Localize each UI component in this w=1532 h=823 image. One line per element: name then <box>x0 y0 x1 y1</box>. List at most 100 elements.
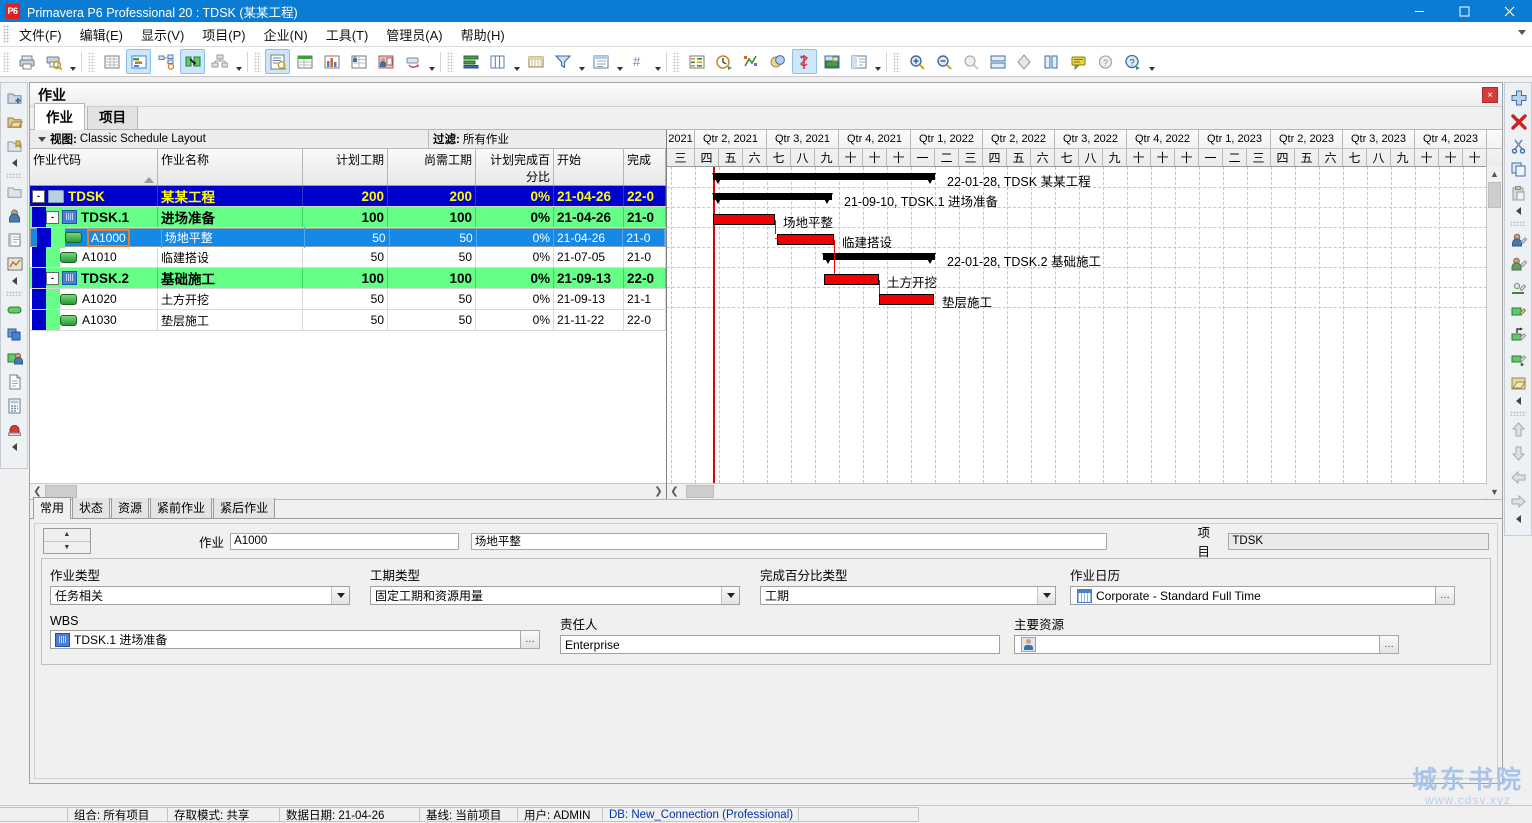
store-period-performance-icon[interactable] <box>819 49 844 74</box>
close-button[interactable] <box>1487 0 1532 22</box>
cell-planned-duration[interactable]: 50 <box>303 247 388 267</box>
gantt-hscroll-track[interactable] <box>682 485 1487 498</box>
cell-remaining-duration[interactable]: 50 <box>390 228 477 247</box>
delete-icon[interactable] <box>1507 110 1529 132</box>
toolbar-dropdown-caret-icon[interactable] <box>233 48 244 76</box>
cell-start[interactable]: 21-09-13 <box>554 289 624 309</box>
recalculate-assignment-icon[interactable] <box>792 49 817 74</box>
menu-enterprise[interactable]: 企业(N) <box>255 22 317 47</box>
cell-planned-duration[interactable]: 200 <box>303 186 388 206</box>
toolbar-dropdown-caret-icon[interactable] <box>426 48 437 76</box>
cell-activity-code[interactable]: - TDSK <box>30 186 158 206</box>
cell-start[interactable]: 21-04-26 <box>554 228 624 247</box>
column-header-0[interactable]: 作业代码 <box>30 149 158 185</box>
toolbar-grip[interactable] <box>673 51 680 72</box>
apply-actuals-icon[interactable] <box>765 49 790 74</box>
filter-selector[interactable]: 过滤: 所有作业 <box>429 130 513 148</box>
cell-activity-name[interactable]: 土方开挖 <box>158 289 303 309</box>
table-row[interactable]: A1030 垫层施工 50 50 0% 21-11-22 22-0 <box>30 310 666 331</box>
menu-admin[interactable]: 管理员(A) <box>377 22 451 47</box>
move-down-icon[interactable] <box>1507 442 1529 464</box>
activity-name-input[interactable]: 场地平整 <box>470 532 1108 550</box>
toolbar-dropdown-caret-icon[interactable] <box>652 48 663 76</box>
chevron-down-icon[interactable] <box>331 587 349 604</box>
cell-activity-code[interactable]: A1020 <box>30 289 158 309</box>
scroll-right-icon[interactable]: ❯ <box>651 485 666 498</box>
gantt-scroll-left-icon[interactable]: ❮ <box>667 485 682 498</box>
cell-planned-pct[interactable]: 0% <box>476 289 554 309</box>
collapse-rail-arrow[interactable] <box>1515 515 1521 523</box>
column-header-4[interactable]: 计划完成百分比 <box>476 149 554 185</box>
cell-finish[interactable]: 21-0 <box>623 228 665 247</box>
chevron-down-icon[interactable] <box>721 587 739 604</box>
bar-chart-options-icon[interactable] <box>400 49 425 74</box>
zoom-fit-icon[interactable] <box>958 49 983 74</box>
cell-activity-code[interactable]: - TDSK.1 <box>30 207 158 227</box>
table-row[interactable]: - TDSK.2 基础施工 100 100 0% 21-09-13 22-0 <box>30 268 666 289</box>
table-row[interactable]: - TDSK.1 进场准备 100 100 0% 21-04-26 21-0 <box>30 207 666 228</box>
resource-usage-spreadsheet-icon[interactable] <box>346 49 371 74</box>
minimize-button[interactable] <box>1397 0 1442 22</box>
gantt-vscroll-thumb[interactable] <box>1488 182 1501 208</box>
zoom-in-icon[interactable] <box>904 49 929 74</box>
assign-activity-code-icon[interactable] <box>1507 300 1529 322</box>
cell-remaining-duration[interactable]: 200 <box>388 186 476 206</box>
view-selector[interactable]: 视图: Classic Schedule Layout <box>30 130 429 148</box>
wbs-icon[interactable] <box>3 322 25 344</box>
cell-activity-name[interactable]: 临建搭设 <box>158 247 303 267</box>
cell-planned-duration[interactable]: 100 <box>303 268 388 288</box>
gantt-summary-bar[interactable] <box>712 193 833 204</box>
assign-predecessor-icon[interactable] <box>1507 324 1529 346</box>
detail-tab-3[interactable]: 紧前作业 <box>150 497 213 518</box>
collapse-rail-arrow[interactable] <box>1515 207 1521 215</box>
cell-planned-duration[interactable]: 50 <box>303 310 388 330</box>
documents-icon[interactable] <box>3 370 25 392</box>
new-project-icon[interactable] <box>3 86 25 108</box>
cell-planned-pct[interactable]: 0% <box>476 310 554 330</box>
toolbar-dropdown-caret-icon[interactable] <box>576 48 587 76</box>
toolbar-dropdown-caret-icon[interactable] <box>67 48 78 76</box>
menu-file[interactable]: 文件(F) <box>10 22 71 47</box>
cell-start[interactable]: 21-04-26 <box>554 207 624 227</box>
gantt-horizontal-scrollbar[interactable]: ❮ ❯ <box>667 483 1502 499</box>
group-and-sort-icon[interactable] <box>588 49 613 74</box>
add-icon[interactable] <box>1507 86 1529 108</box>
cell-remaining-duration[interactable]: 50 <box>388 310 476 330</box>
cell-finish[interactable]: 21-0 <box>624 207 666 227</box>
timescale-icon[interactable] <box>523 49 548 74</box>
activity-id-input[interactable]: A1000 <box>230 532 459 550</box>
cell-planned-pct[interactable]: 0% <box>476 186 554 206</box>
table-hscroll-track[interactable] <box>45 485 651 498</box>
maximize-button[interactable] <box>1442 0 1487 22</box>
pct-complete-type-select[interactable]: 工期 <box>760 586 1056 605</box>
reports-icon[interactable] <box>3 228 25 250</box>
resource-table-icon[interactable] <box>292 49 317 74</box>
cell-activity-code[interactable]: A1030 <box>30 310 158 330</box>
cell-start[interactable]: 21-04-26 <box>554 186 624 206</box>
toolbar-dropdown-caret-icon[interactable] <box>1146 48 1157 76</box>
row-expander[interactable]: - <box>46 210 59 224</box>
assign-role-icon[interactable] <box>1507 252 1529 274</box>
tab-activities[interactable]: 作业 <box>34 103 85 130</box>
cell-activity-name[interactable]: 场地平整 <box>162 227 306 248</box>
responsible-select[interactable]: Enterprise <box>560 635 1000 654</box>
toolbar-grip[interactable] <box>447 51 454 72</box>
cell-activity-name[interactable]: 进场准备 <box>158 207 303 227</box>
activity-usage-profile-icon[interactable] <box>180 49 205 74</box>
cell-remaining-duration[interactable]: 50 <box>388 289 476 309</box>
print-preview-icon[interactable] <box>41 49 66 74</box>
activity-table-icon[interactable] <box>99 49 124 74</box>
wbs-select[interactable]: TDSK.1 进场准备 … <box>50 630 540 649</box>
paste-icon[interactable] <box>1507 182 1529 204</box>
toolbar-grip[interactable] <box>88 51 95 72</box>
detail-tab-4[interactable]: 紧后作业 <box>213 497 276 518</box>
toolbar-dropdown-caret-icon[interactable] <box>511 48 522 76</box>
assign-resource-icon[interactable] <box>1507 228 1529 250</box>
bars-icon[interactable] <box>458 49 483 74</box>
move-up-icon[interactable] <box>1507 418 1529 440</box>
zoom-out-icon[interactable] <box>931 49 956 74</box>
assign-wbs-icon[interactable] <box>1507 372 1529 394</box>
table-row[interactable]: - TDSK 某某工程 200 200 0% 21-04-26 22-0 <box>30 186 666 207</box>
cell-activity-code[interactable]: A1000 <box>35 227 162 248</box>
chevron-down-icon[interactable] <box>1037 587 1055 604</box>
